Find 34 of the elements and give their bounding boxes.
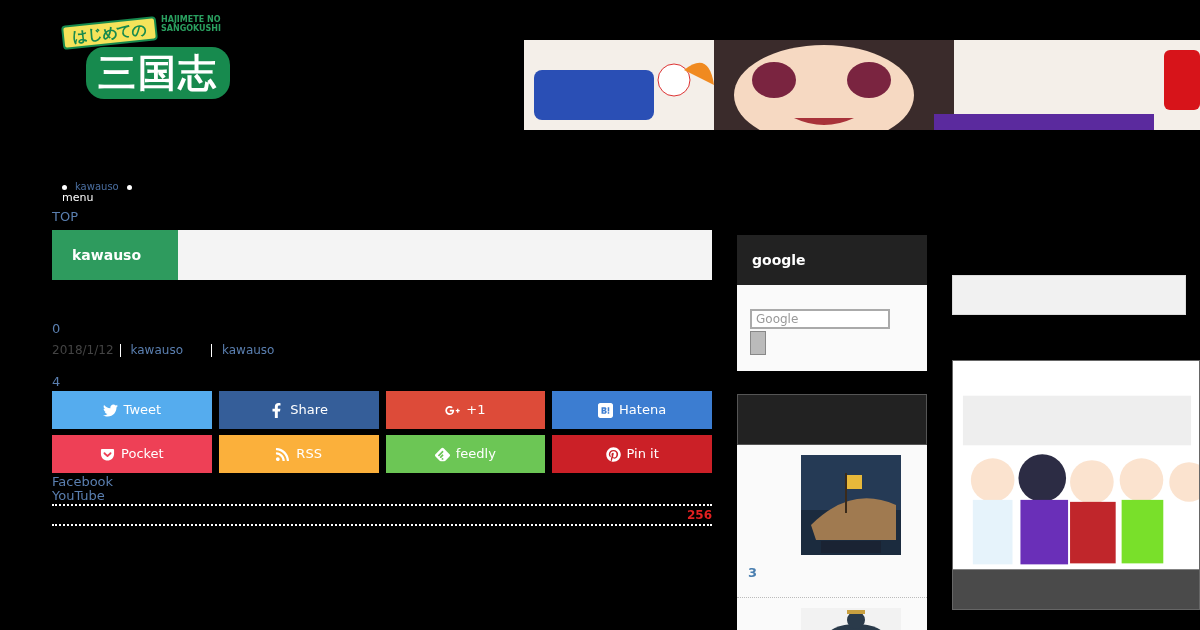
category-link[interactable]: kawauso bbox=[222, 342, 275, 358]
tab[interactable]: kawauso bbox=[52, 230, 178, 280]
share-button[interactable]: Pin it bbox=[552, 435, 712, 473]
pinterest-icon bbox=[605, 446, 621, 462]
bullet-icon bbox=[62, 184, 67, 190]
breadcrumb-link[interactable]: kawauso bbox=[75, 182, 119, 192]
logo-subtitle: はじめての bbox=[61, 16, 158, 50]
follow-link[interactable]: Facebook bbox=[52, 475, 114, 489]
share-button[interactable]: Hatena bbox=[552, 391, 712, 429]
comment-count: 0 bbox=[52, 320, 62, 338]
bullet-icon bbox=[126, 184, 132, 190]
follow-link[interactable]: YouTube bbox=[52, 489, 105, 503]
search-field[interactable]: Google bbox=[750, 309, 890, 329]
rank-number: 3 bbox=[748, 564, 759, 582]
author-link[interactable]: kawauso bbox=[130, 342, 183, 358]
menu-label[interactable]: menu bbox=[62, 192, 712, 203]
bird-icon bbox=[102, 402, 118, 418]
share-button[interactable]: Pocket bbox=[52, 435, 212, 473]
share-count: 4 bbox=[52, 373, 62, 391]
rss-icon bbox=[275, 446, 291, 462]
search-button[interactable] bbox=[750, 331, 766, 355]
logo-title: 三国志 bbox=[86, 47, 230, 99]
widget-title: google bbox=[752, 250, 806, 270]
hatena-icon bbox=[598, 402, 614, 418]
post-date: 2018/1/12 bbox=[52, 342, 114, 358]
share-button[interactable]: Share bbox=[218, 391, 379, 429]
logo-romaji: HAJIMETE NO bbox=[161, 15, 221, 24]
site-logo[interactable]: はじめての HAJIMETE NO SANGOKUSHI 三国志 bbox=[62, 15, 237, 107]
share-button[interactable]: +1 bbox=[385, 391, 546, 429]
top-link[interactable]: TOP bbox=[52, 209, 78, 225]
logo-romaji: SANGOKUSHI bbox=[161, 24, 221, 33]
pocket-icon bbox=[100, 446, 116, 462]
total-count: 256 bbox=[686, 507, 712, 523]
feedly-icon bbox=[434, 446, 450, 462]
